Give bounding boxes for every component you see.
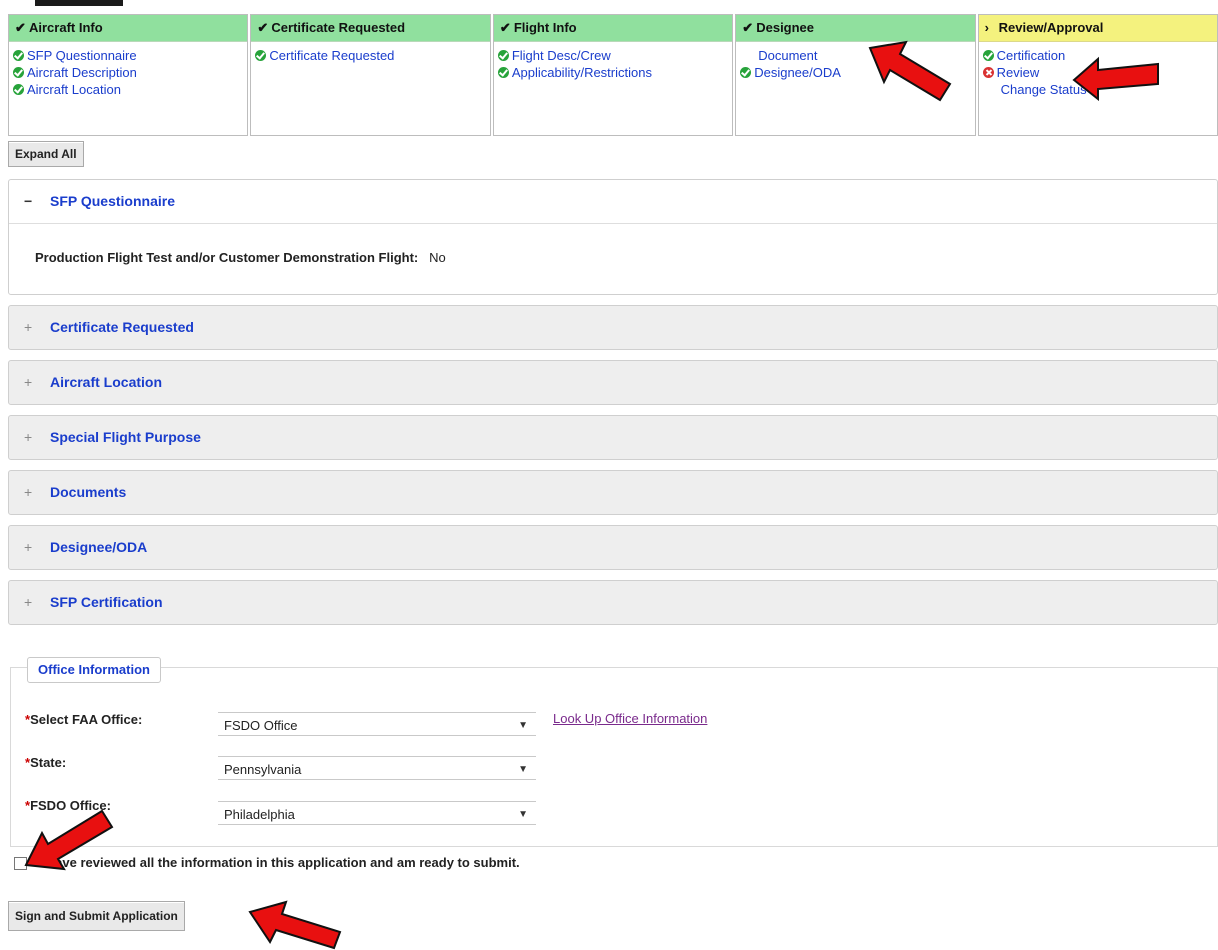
check-circle-icon [497, 50, 509, 61]
panel-header[interactable]: − SFP Questionnaire [9, 180, 1217, 223]
check-circle-icon [982, 50, 994, 61]
step-title: Aircraft Info [29, 20, 103, 35]
panel-aircraft-location[interactable]: + Aircraft Location [8, 360, 1218, 405]
panel-designee-oda[interactable]: + Designee/ODA [8, 525, 1218, 570]
step-header: ✔ Aircraft Info [9, 15, 248, 42]
step-link-sfp-questionnaire[interactable]: SFP Questionnaire [13, 47, 247, 64]
faa-office-select[interactable]: FSDO Office ▼ [218, 712, 536, 736]
panel-title: Certificate Requested [50, 319, 194, 335]
panel-title: Special Flight Purpose [50, 429, 201, 445]
panel-title: SFP Certification [50, 594, 163, 610]
check-circle-icon [255, 50, 267, 61]
fsdo-office-select[interactable]: Philadelphia ▼ [218, 801, 536, 825]
step-title: Certificate Requested [271, 20, 406, 35]
step-link-aircraft-description[interactable]: Aircraft Description [13, 64, 247, 81]
annotation-arrow-icon [248, 900, 342, 950]
step-link-applicability[interactable]: Applicability/Restrictions [497, 64, 732, 81]
faa-office-value: FSDO Office [224, 718, 298, 733]
expand-all-button[interactable]: Expand All [8, 141, 84, 167]
state-select[interactable]: Pennsylvania ▼ [218, 756, 536, 780]
wizard-steps: ✔ Aircraft Info SFP Questionnaire Aircraf… [8, 14, 1218, 136]
step-header-current: › Review/Approval [978, 15, 1218, 42]
expand-icon: + [24, 594, 33, 610]
step-link-certificate-requested[interactable]: Certificate Requested [255, 47, 489, 64]
panel-certificate-requested[interactable]: + Certificate Requested [8, 305, 1218, 350]
step-title: Designee [756, 20, 815, 35]
checkmark-icon: ✔ [15, 20, 26, 35]
step-aircraft-info[interactable]: ✔ Aircraft Info SFP Questionnaire Aircraf… [8, 14, 249, 136]
step-header: ✔ Certificate Requested [251, 15, 490, 42]
panel-title: SFP Questionnaire [50, 193, 175, 209]
fsdo-office-value: Philadelphia [224, 807, 295, 822]
step-header: ✔ Flight Info [493, 15, 733, 42]
annotation-arrow-icon [868, 40, 952, 102]
check-circle-icon [497, 67, 509, 78]
annotation-arrow-icon [24, 809, 114, 871]
check-circle-icon [13, 84, 24, 95]
annotation-arrow-icon [1072, 56, 1159, 101]
expand-icon: + [24, 319, 33, 335]
panel-title: Aircraft Location [50, 374, 163, 390]
step-link-flight-desc-crew[interactable]: Flight Desc/Crew [497, 47, 732, 64]
error-circle-icon [982, 67, 994, 78]
expand-icon: + [24, 429, 33, 445]
lookup-office-link[interactable]: Look Up Office Information [553, 711, 707, 726]
top-header-fragment [35, 0, 123, 6]
checkmark-icon: ✔ [742, 20, 754, 35]
sign-and-submit-button[interactable]: Sign and Submit Application [8, 901, 185, 931]
check-circle-icon [13, 67, 24, 78]
checkmark-icon: ✔ [499, 20, 511, 35]
collapse-icon: − [24, 193, 33, 209]
check-circle-icon [740, 67, 752, 78]
check-circle-icon [13, 50, 24, 61]
expand-icon: + [24, 374, 33, 390]
faa-office-label: *Select FAA Office: [25, 712, 143, 727]
state-value: Pennsylvania [224, 762, 302, 777]
expand-icon: + [24, 539, 33, 555]
step-title: Flight Info [513, 20, 577, 35]
checkmark-icon: ✔ [257, 20, 269, 35]
step-link-aircraft-location[interactable]: Aircraft Location [13, 81, 247, 98]
office-information-fieldset: Office Information *Select FAA Office: F… [10, 657, 1218, 847]
step-certificate-requested[interactable]: ✔ Certificate Requested Certificate Reque… [250, 14, 491, 136]
panel-title: Documents [50, 484, 127, 500]
dropdown-arrow-icon: ▼ [518, 764, 528, 775]
dropdown-arrow-icon: ▼ [518, 809, 528, 820]
state-label: *State: [25, 755, 67, 770]
office-legend: Office Information [27, 657, 161, 683]
expand-icon: + [24, 484, 33, 500]
dropdown-arrow-icon: ▼ [518, 720, 528, 731]
panel-special-flight-purpose[interactable]: + Special Flight Purpose [8, 415, 1218, 460]
panel-sfp-questionnaire: − SFP Questionnaire Production Flight Tes… [8, 179, 1218, 295]
question-label: Production Flight Test and/or Customer D… [35, 250, 419, 265]
panel-sfp-certification[interactable]: + SFP Certification [8, 580, 1218, 625]
step-flight-info[interactable]: ✔ Flight Info Flight Desc/Crew Applicabil… [492, 14, 734, 136]
question-answer: No [429, 250, 446, 265]
panel-title: Designee/ODA [50, 539, 148, 555]
panel-documents[interactable]: + Documents [8, 470, 1218, 515]
step-title: Review/Approval [998, 20, 1104, 35]
chevron-right-icon: › [984, 20, 989, 35]
panel-body: Production Flight Test and/or Customer D… [9, 223, 1217, 292]
